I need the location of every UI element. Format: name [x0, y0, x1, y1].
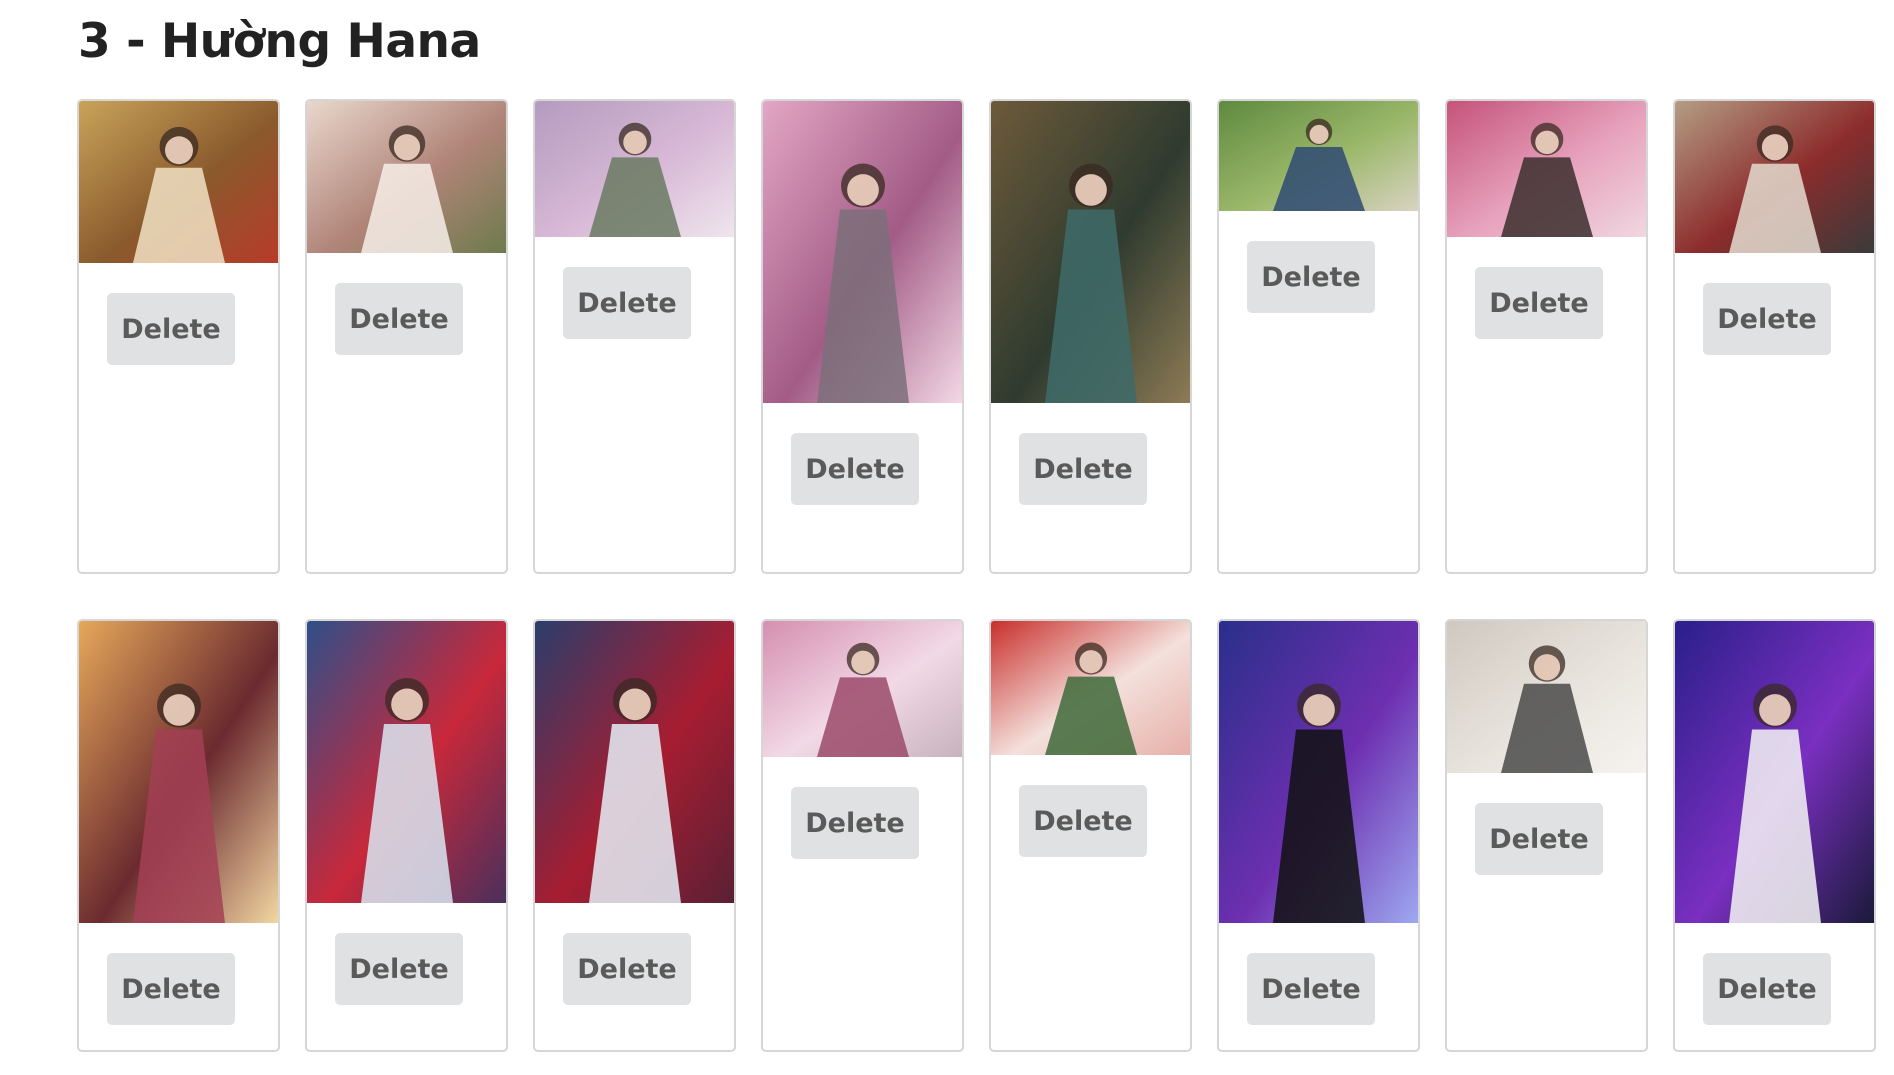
delete-button[interactable]: Delete — [1019, 433, 1147, 505]
photo-thumbnail[interactable] — [535, 621, 734, 903]
photo-thumbnail[interactable] — [1447, 101, 1646, 237]
photo-thumbnail[interactable] — [79, 621, 278, 923]
photo-card: Delete — [989, 99, 1192, 574]
delete-button[interactable]: Delete — [791, 787, 919, 859]
photo-thumbnail[interactable] — [1675, 101, 1874, 253]
photo-thumbnail[interactable] — [991, 101, 1190, 403]
delete-button[interactable]: Delete — [335, 933, 463, 1005]
photo-thumbnail[interactable] — [1447, 621, 1646, 773]
photo-grid: Delete Delete Delete Delete Delete Delete Dele… — [0, 0, 1894, 1075]
photo-card: Delete — [77, 99, 280, 574]
delete-button[interactable]: Delete — [1703, 953, 1831, 1025]
photo-card: Delete — [305, 99, 508, 574]
photo-card: Delete — [1445, 99, 1648, 574]
photo-thumbnail[interactable] — [991, 621, 1190, 755]
photo-card: Delete — [761, 619, 964, 1052]
photo-card: Delete — [77, 619, 280, 1052]
photo-thumbnail[interactable] — [535, 101, 734, 237]
delete-button[interactable]: Delete — [335, 283, 463, 355]
delete-button[interactable]: Delete — [791, 433, 919, 505]
photo-thumbnail[interactable] — [1219, 621, 1418, 923]
photo-card: Delete — [761, 99, 964, 574]
delete-button[interactable]: Delete — [107, 293, 235, 365]
delete-button[interactable]: Delete — [1475, 267, 1603, 339]
photo-thumbnail[interactable] — [307, 101, 506, 253]
delete-button[interactable]: Delete — [563, 267, 691, 339]
photo-card: Delete — [305, 619, 508, 1052]
delete-button[interactable]: Delete — [1019, 785, 1147, 857]
photo-thumbnail[interactable] — [1675, 621, 1874, 923]
photo-thumbnail[interactable] — [307, 621, 506, 903]
photo-card: Delete — [533, 619, 736, 1052]
photo-card: Delete — [1217, 99, 1420, 574]
delete-button[interactable]: Delete — [107, 953, 235, 1025]
photo-card: Delete — [1217, 619, 1420, 1052]
photo-thumbnail[interactable] — [763, 101, 962, 403]
photo-card: Delete — [1673, 619, 1876, 1052]
photo-card: Delete — [1445, 619, 1648, 1052]
delete-button[interactable]: Delete — [1475, 803, 1603, 875]
photo-thumbnail[interactable] — [1219, 101, 1418, 211]
photo-thumbnail[interactable] — [79, 101, 278, 263]
photo-thumbnail[interactable] — [763, 621, 962, 757]
delete-button[interactable]: Delete — [1703, 283, 1831, 355]
delete-button[interactable]: Delete — [563, 933, 691, 1005]
photo-card: Delete — [533, 99, 736, 574]
photo-card: Delete — [989, 619, 1192, 1052]
delete-button[interactable]: Delete — [1247, 953, 1375, 1025]
delete-button[interactable]: Delete — [1247, 241, 1375, 313]
photo-card: Delete — [1673, 99, 1876, 574]
